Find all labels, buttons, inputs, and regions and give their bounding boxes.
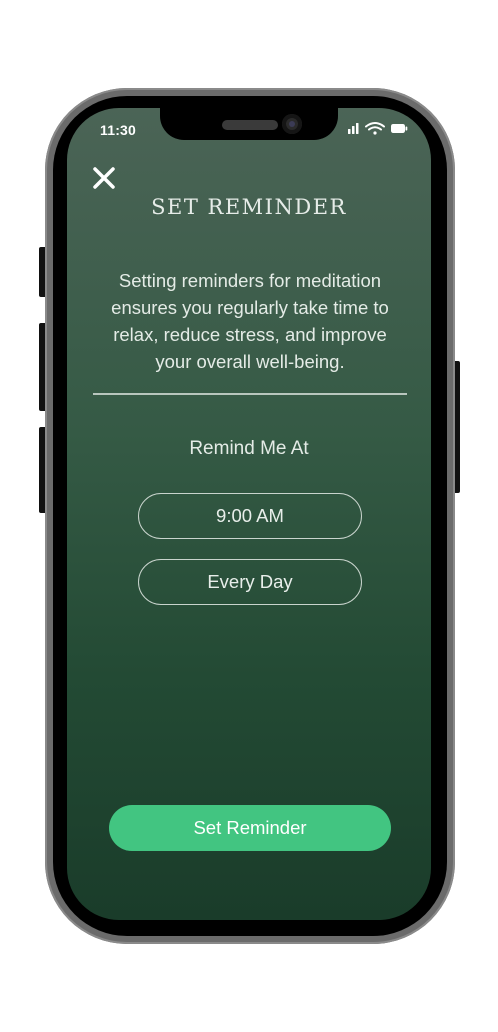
description-text: Setting reminders for meditation ensures… [111,270,389,372]
frequency-picker-button[interactable]: Every Day [138,559,362,605]
set-reminder-button[interactable]: Set Reminder [109,805,391,851]
speaker-grille [222,120,278,130]
time-picker-button[interactable]: 9:00 AM [138,493,362,539]
status-time: 11:30 [100,122,137,138]
close-icon[interactable] [89,163,119,193]
status-icons [346,120,410,138]
signal-icon [348,123,359,134]
battery-icon [391,124,408,133]
remind-label: Remind Me At [189,438,309,459]
front-camera [282,114,302,134]
divider [93,393,407,395]
wifi-icon [365,122,385,135]
close-button[interactable] [89,163,119,193]
page-title: SET REMINDER [151,195,347,219]
device-mockup: 11:30 SET REMINDER Setting reminders for [0,0,498,1032]
